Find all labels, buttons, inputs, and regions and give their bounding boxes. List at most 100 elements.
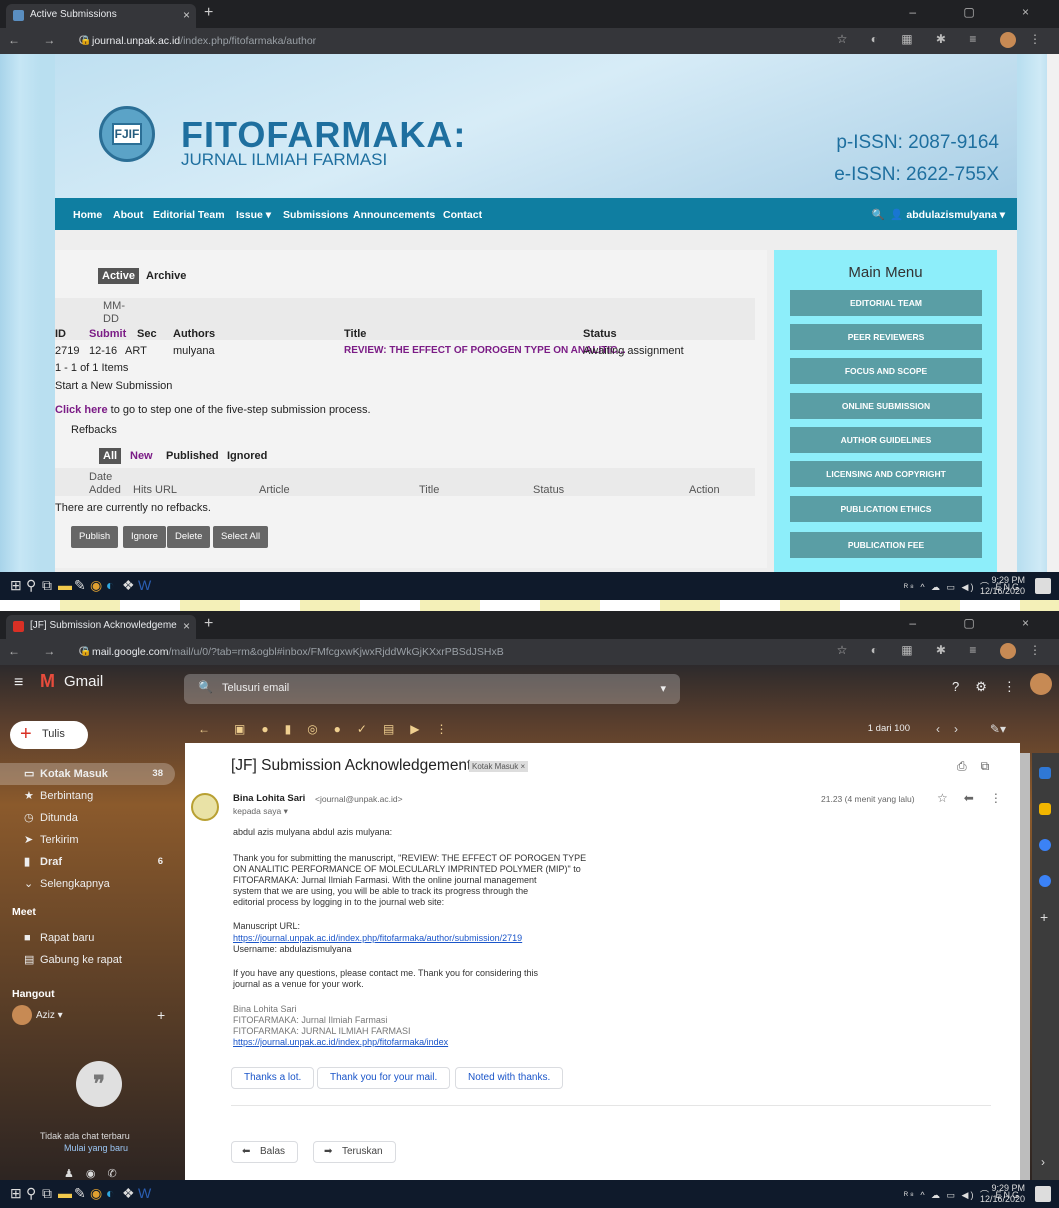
clock[interactable]: 9:29 PM 12/16/2020 bbox=[980, 575, 1025, 597]
tab-close-icon[interactable]: × bbox=[183, 619, 190, 633]
start-new-chat-link[interactable]: Mulai yang baru bbox=[64, 1143, 128, 1153]
menu-author-guidelines[interactable]: AUTHOR GUIDELINES bbox=[790, 427, 982, 453]
lock-icon[interactable]: 🔒 bbox=[80, 35, 91, 46]
search-input[interactable]: 🔍 Telusuri email ▾ bbox=[184, 674, 680, 704]
nav-user-menu[interactable]: 🔍 👤 abdulazismulyana ▾ bbox=[871, 208, 1005, 221]
nav-submissions[interactable]: Submissions bbox=[283, 209, 348, 221]
profile-avatar[interactable] bbox=[999, 32, 1016, 48]
nav-snoozed[interactable]: ◷ Ditunda bbox=[0, 807, 175, 829]
journal-index-link[interactable]: https://journal.unpak.ac.id/index.php/fi… bbox=[233, 1037, 448, 1048]
menu-licensing[interactable]: LICENSING AND COPYRIGHT bbox=[790, 461, 982, 487]
manuscript-url-link[interactable]: https://journal.unpak.ac.id/index.php/fi… bbox=[233, 933, 522, 944]
smart-reply-3[interactable]: Noted with thanks. bbox=[455, 1067, 564, 1089]
lock-icon[interactable]: 🔒 bbox=[80, 646, 91, 657]
click-here-link[interactable]: Click here bbox=[55, 404, 108, 416]
meet-join[interactable]: ▤ Gabung ke rapat bbox=[0, 949, 175, 971]
extension-icons[interactable]: ☆ ◐ ▦ ✱ ≡ ⋮ bbox=[837, 643, 1051, 659]
nav-contact[interactable]: Contact bbox=[443, 209, 482, 221]
notification-icon[interactable] bbox=[1035, 1186, 1051, 1202]
nav-about[interactable]: About bbox=[113, 209, 143, 221]
nav-drafts[interactable]: ▮ Draf 6 bbox=[0, 851, 175, 873]
calendar-icon[interactable] bbox=[1039, 767, 1051, 779]
url-field[interactable]: journal.unpak.ac.id/index.php/fitofarmak… bbox=[92, 35, 316, 47]
menu-editorial-team[interactable]: EDITORIAL TEAM bbox=[790, 290, 982, 316]
pager-arrows[interactable]: ‹› bbox=[936, 722, 972, 736]
page-scrollbar[interactable] bbox=[1047, 54, 1059, 572]
notification-icon[interactable] bbox=[1035, 578, 1051, 594]
sender-avatar[interactable] bbox=[191, 793, 219, 821]
menu-focus-scope[interactable]: FOCUS AND SCOPE bbox=[790, 358, 982, 384]
start-icon: ⊞ bbox=[10, 1185, 39, 1201]
window-controls[interactable]: – ▢ × bbox=[909, 5, 1051, 19]
filter-ignored[interactable]: Ignored bbox=[227, 450, 267, 462]
account-avatar[interactable] bbox=[1030, 673, 1052, 695]
col-submit[interactable]: Submit bbox=[89, 328, 126, 340]
clock[interactable]: 9:29 PM 12/16/2020 bbox=[980, 1183, 1025, 1205]
filter-published[interactable]: Published bbox=[166, 450, 219, 462]
compose-button[interactable]: + Tulis bbox=[10, 721, 88, 749]
expand-panel-icon[interactable]: › bbox=[1041, 1155, 1045, 1169]
menu-icon[interactable]: ≡ bbox=[14, 674, 23, 692]
nav-sent[interactable]: ➤ Terkirim bbox=[0, 829, 175, 851]
delete-button[interactable]: Delete bbox=[167, 526, 211, 548]
url-field[interactable]: mail.google.com/mail/u/0/?tab=rm&ogbl#in… bbox=[92, 646, 504, 658]
menu-publication-fee[interactable]: PUBLICATION FEE bbox=[790, 532, 982, 558]
search-icon[interactable]: 🔍 bbox=[198, 680, 213, 694]
inbox-label-chip[interactable]: Kotak Masuk × bbox=[469, 761, 529, 772]
menu-publication-ethics[interactable]: PUBLICATION ETHICS bbox=[790, 496, 982, 522]
tab-close-icon[interactable]: × bbox=[183, 8, 190, 22]
search-options-icon[interactable]: ▾ bbox=[660, 682, 666, 695]
extension-icons[interactable]: ☆ ◐ ▦ ✱ ≡ ⋮ bbox=[837, 32, 1051, 48]
tasks-icon[interactable] bbox=[1039, 839, 1051, 851]
nav-drafts-label: Draf bbox=[40, 856, 63, 868]
add-contact-icon[interactable]: + bbox=[157, 1007, 165, 1023]
mail-scrollbar[interactable] bbox=[1020, 753, 1030, 1180]
chevron-down-icon: ⌄ bbox=[24, 878, 34, 890]
contacts-icon[interactable] bbox=[1039, 875, 1051, 887]
forward-button[interactable]: ➡ Teruskan bbox=[313, 1141, 396, 1163]
meet-new[interactable]: ■ Rapat baru bbox=[0, 927, 175, 949]
tab-active[interactable]: Active bbox=[98, 268, 140, 284]
nav-more[interactable]: ⌄ Selengkapnya bbox=[0, 873, 175, 895]
hangout-user[interactable]: Aziz ▾ bbox=[36, 1010, 63, 1021]
recipient-details[interactable]: kepada saya ▾ bbox=[233, 806, 288, 817]
forward-icon: ➡ bbox=[324, 1146, 333, 1157]
action-icons[interactable]: ▣●▮◎●✓▤▶⋮ bbox=[234, 722, 464, 736]
taskbar-apps[interactable]: ⊞⚲⧉▬✎◉◐❖W bbox=[10, 577, 154, 594]
taskbar-apps[interactable]: ⊞⚲⧉▬✎◉◐❖W bbox=[10, 1185, 154, 1202]
reply-actions-icons[interactable]: ☆⬅⋮ bbox=[937, 791, 1018, 805]
nav-home[interactable]: Home bbox=[73, 209, 102, 221]
select-all-button[interactable]: Select All bbox=[213, 526, 269, 548]
profile-avatar[interactable] bbox=[999, 643, 1016, 659]
smart-reply-1[interactable]: Thanks a lot. bbox=[231, 1067, 315, 1089]
input-tools-icon[interactable]: ✎▾ bbox=[990, 722, 1006, 736]
nav-issue[interactable]: Issue ▾ bbox=[236, 209, 271, 221]
keep-icon[interactable] bbox=[1039, 803, 1051, 815]
smart-reply-2[interactable]: Thank you for your mail. bbox=[317, 1067, 451, 1089]
menu-online-submission[interactable]: ONLINE SUBMISSION bbox=[790, 393, 982, 419]
filter-all[interactable]: All bbox=[99, 448, 122, 464]
add-addon-icon[interactable]: + bbox=[1040, 909, 1048, 925]
browser-tab[interactable]: Active Submissions × bbox=[6, 4, 196, 28]
back-icon[interactable]: ← bbox=[198, 722, 210, 736]
window-controls[interactable]: – ▢ × bbox=[909, 616, 1051, 630]
gmail-logo-icon[interactable]: M bbox=[40, 671, 55, 692]
print-icon[interactable]: ⎙⧉ bbox=[957, 759, 1003, 774]
nav-announcements[interactable]: Announcements bbox=[353, 209, 435, 221]
new-tab-icon[interactable]: + bbox=[204, 4, 213, 22]
tab-archive[interactable]: Archive bbox=[146, 270, 186, 282]
new-tab-icon[interactable]: + bbox=[204, 615, 213, 633]
reply-button[interactable]: ⬅ Balas bbox=[231, 1141, 299, 1163]
filter-new[interactable]: New bbox=[130, 450, 153, 462]
publish-button[interactable]: Publish bbox=[71, 526, 119, 548]
browser-tab[interactable]: [JF] Submission Acknowledgeme × bbox=[6, 615, 196, 639]
ignore-button[interactable]: Ignore bbox=[123, 526, 166, 548]
hangout-footer-icons[interactable]: ♟◉✆ bbox=[64, 1167, 129, 1180]
hangout-avatar[interactable] bbox=[12, 1005, 32, 1025]
menu-peer-reviewers[interactable]: PEER REVIEWERS bbox=[790, 324, 982, 350]
search-icon[interactable]: 🔍 bbox=[871, 209, 884, 221]
nav-inbox[interactable]: ▭ Kotak Masuk 38 bbox=[0, 763, 175, 785]
nav-starred[interactable]: ★ Berbintang bbox=[0, 785, 175, 807]
nav-editorial-team[interactable]: Editorial Team bbox=[153, 209, 225, 221]
clock-icon: ◷ bbox=[24, 812, 34, 824]
